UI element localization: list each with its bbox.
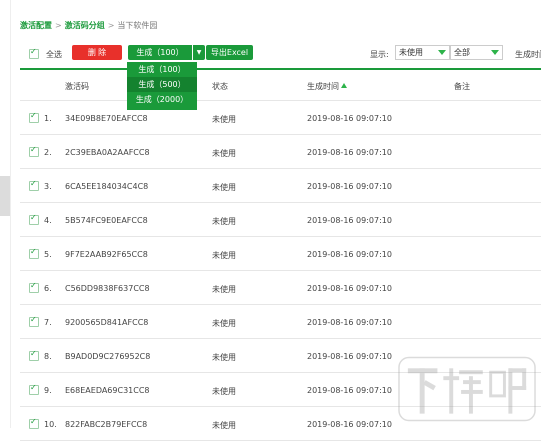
status-filter-value: 未使用	[399, 48, 423, 57]
table-row: 2. 2C39EBA0A2AAFCC8 未使用 2019-08-16 09:07:10	[20, 135, 541, 169]
table-row: 3. 6CA5EE184034C4C8 未使用 2019-08-16 09:07:10	[20, 169, 541, 203]
left-sidebar-strip	[0, 0, 10, 428]
generate-dropdown-toggle[interactable]: ▼	[193, 45, 205, 60]
select-all-label: 全选	[46, 50, 62, 59]
row-index: 7.	[44, 318, 52, 327]
row-index: 6.	[44, 284, 52, 293]
row-index: 1.	[44, 114, 52, 123]
row-time: 2019-08-16 09:07:10	[307, 182, 392, 191]
row-time: 2019-08-16 09:07:10	[307, 114, 392, 123]
breadcrumb-separator: >	[55, 21, 62, 30]
sort-ascending-icon[interactable]	[341, 83, 347, 88]
show-filter-label: 显示:	[370, 50, 389, 59]
column-header-time[interactable]: 生成时间	[307, 81, 347, 92]
table-row: 5. 9F7E2AAB92F65CC8 未使用 2019-08-16 09:07:10	[20, 237, 541, 271]
activation-code: 5B574FC9E0EAFCC8	[65, 216, 148, 225]
row-time: 2019-08-16 09:07:10	[307, 284, 392, 293]
row-index: 2.	[44, 148, 52, 157]
status-filter-select[interactable]: 未使用	[395, 45, 450, 60]
row-status: 未使用	[212, 115, 236, 124]
table-header: 激活码 状态 生成时间 备注	[20, 70, 541, 100]
activation-code: 9200565D841AFCC8	[65, 318, 149, 327]
breadcrumb-separator: >	[107, 21, 115, 30]
row-status: 未使用	[212, 353, 236, 362]
activation-code: E68EAEDA69C31CC8	[65, 386, 150, 395]
row-status: 未使用	[212, 251, 236, 260]
row-time: 2019-08-16 09:07:10	[307, 250, 392, 259]
activation-code: 34E09B8E70EAFCC8	[65, 114, 148, 123]
range-filter-value: 全部	[454, 48, 470, 57]
row-checkbox[interactable]	[29, 383, 39, 395]
breadcrumb-code-groups[interactable]: 激活码分组	[65, 21, 105, 30]
row-checkbox[interactable]	[29, 145, 39, 157]
row-status: 未使用	[212, 387, 236, 396]
row-checkbox[interactable]	[29, 179, 39, 191]
generate-100-option[interactable]: 生成（100）	[127, 62, 197, 77]
activation-code: 6CA5EE184034C4C8	[65, 182, 149, 191]
row-checkbox[interactable]	[29, 213, 39, 225]
dropdown-arrow-icon	[491, 50, 499, 55]
table-row: 4. 5B574FC9E0EAFCC8 未使用 2019-08-16 09:07:10	[20, 203, 541, 237]
generate-2000-option[interactable]: 生成（2000）	[127, 92, 197, 107]
activation-code: 2C39EBA0A2AAFCC8	[65, 148, 150, 157]
table-row: 1. 34E09B8E70EAFCC8 未使用 2019-08-16 09:07:10	[20, 100, 541, 135]
divider	[10, 0, 11, 428]
row-index: 8.	[44, 352, 52, 361]
generate-dropdown-menu: 生成（100） 生成（500） 生成（2000）	[127, 62, 197, 110]
row-index: 3.	[44, 182, 52, 191]
breadcrumb-current: 当下软件园	[117, 21, 158, 30]
sidebar-grey-block	[0, 176, 10, 216]
column-header-code: 激活码	[65, 82, 89, 91]
breadcrumb-activation-config[interactable]: 激活配置	[20, 21, 52, 30]
row-checkbox[interactable]	[29, 247, 39, 259]
activation-code: B9AD0D9C276952C8	[65, 352, 151, 361]
generate-500-option[interactable]: 生成（500）	[127, 77, 197, 92]
row-status: 未使用	[212, 217, 236, 226]
toolbar: 全选 删 除 生成（100） ▼ 导出Excel 显示: 未使用 全部 生成时间	[20, 44, 541, 62]
table-row: 7. 9200565D841AFCC8 未使用 2019-08-16 09:07:10	[20, 305, 541, 339]
breadcrumb: 激活配置 > 激活码分组 > 当下软件园	[20, 20, 157, 31]
generation-time-filter-label: 生成时间	[515, 50, 541, 59]
watermark-logo-icon	[398, 356, 536, 422]
row-status: 未使用	[212, 183, 236, 192]
export-excel-button[interactable]: 导出Excel	[206, 45, 253, 60]
activation-code: C56DD9838F637CC8	[65, 284, 150, 293]
column-header-time-label: 生成时间	[307, 82, 339, 91]
range-filter-select[interactable]: 全部	[450, 45, 503, 60]
column-header-note: 备注	[454, 82, 470, 91]
row-time: 2019-08-16 09:07:10	[307, 352, 392, 361]
row-status: 未使用	[212, 149, 236, 158]
row-checkbox[interactable]	[29, 111, 39, 123]
row-checkbox[interactable]	[29, 315, 39, 327]
generate-button[interactable]: 生成（100）	[128, 45, 192, 60]
row-index: 9.	[44, 386, 52, 395]
row-status: 未使用	[212, 319, 236, 328]
row-index: 5.	[44, 250, 52, 259]
row-time: 2019-08-16 09:07:10	[307, 148, 392, 157]
delete-button[interactable]: 删 除	[72, 45, 122, 60]
row-status: 未使用	[212, 421, 236, 430]
row-status: 未使用	[212, 285, 236, 294]
table-row: 6. C56DD9838F637CC8 未使用 2019-08-16 09:07:10	[20, 271, 541, 305]
column-header-status: 状态	[212, 82, 228, 91]
select-all-checkbox[interactable]	[29, 47, 39, 59]
row-time: 2019-08-16 09:07:10	[307, 216, 392, 225]
activation-code: 9F7E2AAB92F65CC8	[65, 250, 148, 259]
row-checkbox[interactable]	[29, 349, 39, 361]
caret-down-icon: ▼	[196, 49, 202, 56]
row-time: 2019-08-16 09:07:10	[307, 318, 392, 327]
row-index: 4.	[44, 216, 52, 225]
watermark-logo	[398, 356, 536, 422]
row-checkbox[interactable]	[29, 281, 39, 293]
dropdown-arrow-icon	[438, 50, 446, 55]
row-time: 2019-08-16 09:07:10	[307, 386, 392, 395]
